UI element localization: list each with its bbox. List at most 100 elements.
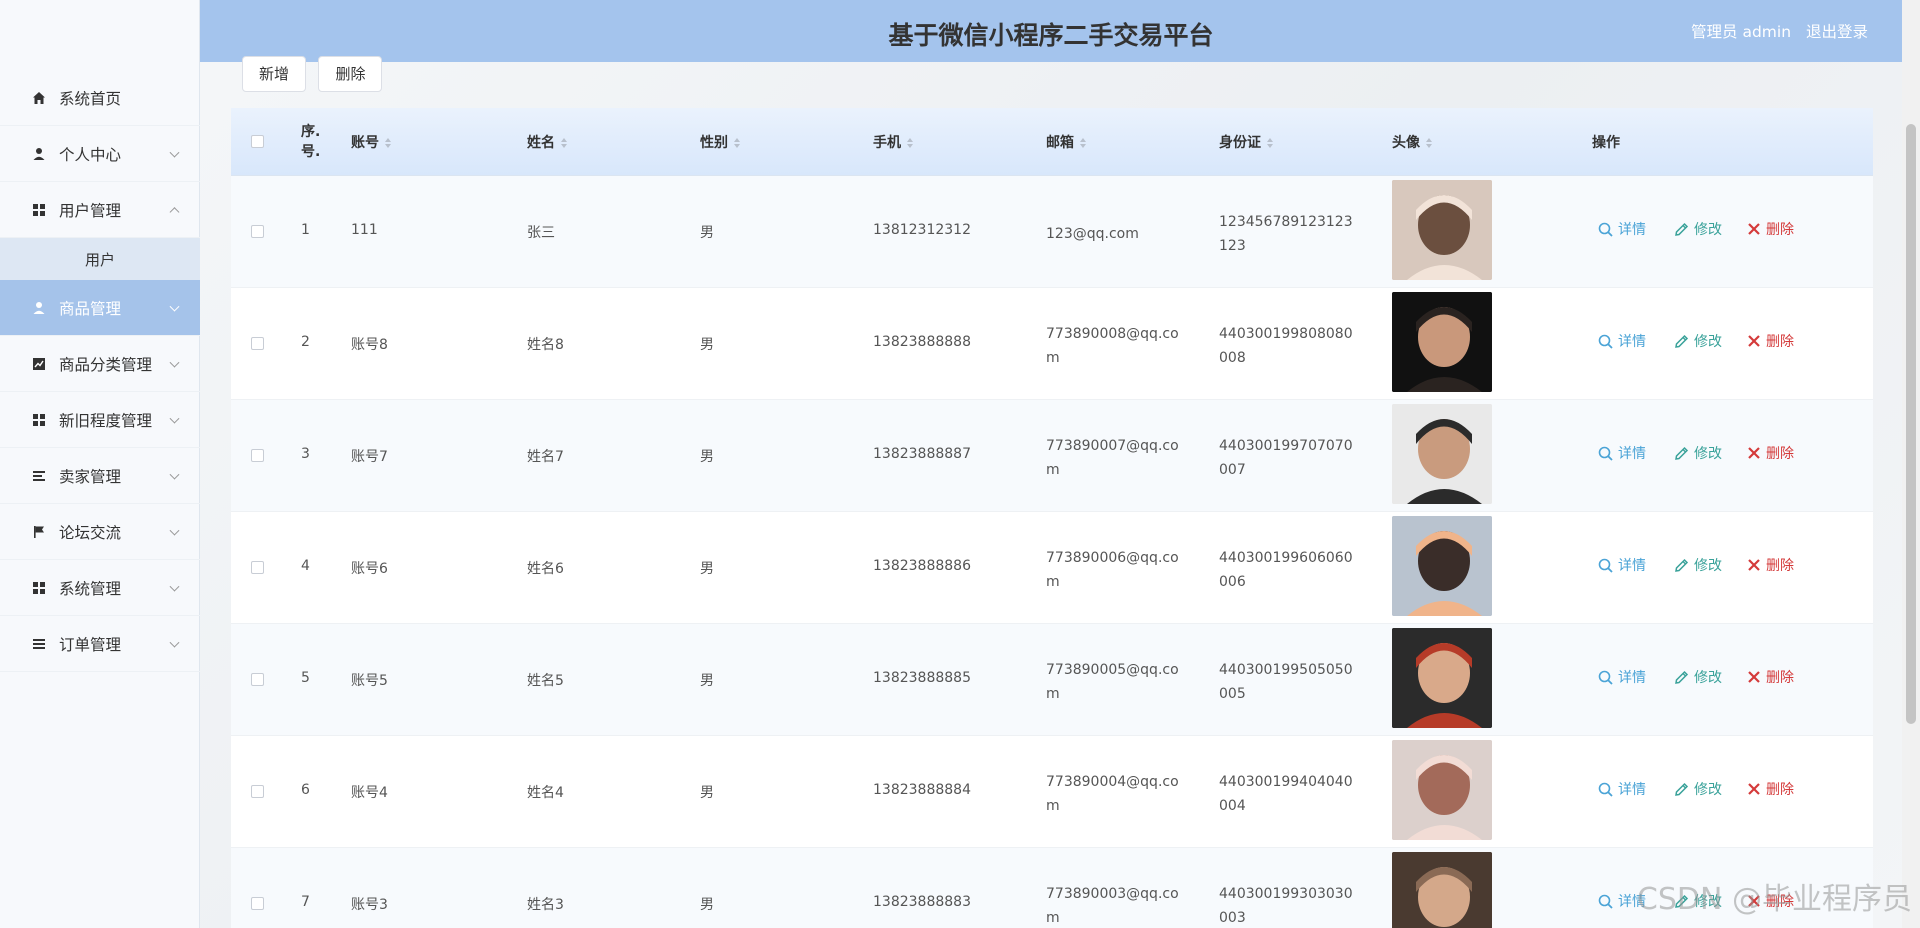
close-icon <box>1747 222 1766 236</box>
col-gender[interactable]: 性别 <box>700 132 740 152</box>
sort-icon <box>907 138 913 148</box>
sidebar-item-label: 个人中心 <box>59 145 122 164</box>
table-row: 4 账号6 姓名6 男 13823888886 773890006@qq.com 44030… <box>231 512 1873 624</box>
cell-gender: 男 <box>700 225 714 241</box>
logout-link[interactable]: 退出登录 <box>1806 23 1868 41</box>
edit-button[interactable]: 修改 <box>1674 667 1722 687</box>
cell-name: 姓名8 <box>527 337 564 353</box>
edit-button[interactable]: 修改 <box>1674 555 1722 575</box>
delete-row-button[interactable]: 删除 <box>1747 331 1794 351</box>
view-button[interactable]: 详情 <box>1598 443 1646 463</box>
sidebar-item-condition[interactable]: 新旧程度管理 <box>0 392 200 448</box>
page-scrollbar[interactable] <box>1902 0 1920 928</box>
search-icon <box>1598 558 1618 573</box>
cell-account: 账号3 <box>351 897 388 913</box>
edit-button[interactable]: 修改 <box>1674 219 1722 239</box>
edit-icon <box>1674 558 1694 573</box>
chevron-up-icon <box>169 206 180 217</box>
search-icon <box>1598 670 1618 685</box>
cell-account: 111 <box>351 222 378 238</box>
sidebar-item-label: 新旧程度管理 <box>59 411 153 430</box>
chevron-down-icon <box>169 301 180 312</box>
table-body: 1 111 张三男 13812312312 123@qq.com 123456789123… <box>231 176 1873 928</box>
delete-row-button[interactable]: 删除 <box>1747 667 1794 687</box>
table-row: 3 账号7 姓名7 男 13823888887 773890007@qq.com 44030… <box>231 400 1873 512</box>
edit-button[interactable]: 修改 <box>1674 331 1722 351</box>
col-idcard[interactable]: 身份证 <box>1219 132 1273 152</box>
list-icon <box>32 469 46 483</box>
table-row: 7 账号3 姓名3 男 13823888883 773890003@qq.com 44030… <box>231 848 1873 928</box>
sidebar-item-home[interactable]: 系统首页 <box>0 70 200 126</box>
view-button[interactable]: 详情 <box>1598 219 1646 239</box>
view-button[interactable]: 详情 <box>1598 331 1646 351</box>
sidebar-item-user-mgmt[interactable]: 用户管理 <box>0 182 200 238</box>
cell-name: 姓名7 <box>527 449 564 465</box>
view-button[interactable]: 详情 <box>1598 779 1646 799</box>
sidebar-item-orders[interactable]: 订单管理 <box>0 616 200 672</box>
avatar <box>1392 740 1492 840</box>
edit-button[interactable]: 修改 <box>1674 443 1722 463</box>
cell-idcard: 123456789123123123 <box>1219 214 1353 254</box>
row-checkbox[interactable] <box>251 785 264 798</box>
select-all-checkbox[interactable] <box>251 135 264 148</box>
search-icon <box>1598 222 1618 237</box>
row-checkbox[interactable] <box>251 561 264 574</box>
edit-icon <box>1674 222 1694 237</box>
delete-row-button[interactable]: 删除 <box>1747 219 1794 239</box>
cell-phone: 13823888883 <box>873 894 971 910</box>
edit-icon <box>1674 670 1694 685</box>
col-account[interactable]: 账号 <box>351 132 391 152</box>
sidebar-item-seller[interactable]: 卖家管理 <box>0 448 200 504</box>
col-name[interactable]: 姓名 <box>527 132 567 152</box>
delete-row-button[interactable]: 删除 <box>1747 555 1794 575</box>
delete-button[interactable]: 删除 <box>318 56 383 92</box>
avatar <box>1392 628 1492 728</box>
row-checkbox[interactable] <box>251 673 264 686</box>
cell-index: 7 <box>301 894 310 910</box>
cell-account: 账号8 <box>351 337 388 353</box>
add-button[interactable]: 新增 <box>242 56 307 92</box>
cell-email: 773890007@qq.com <box>1046 438 1179 478</box>
sidebar-subitem-label: 用户 <box>84 250 115 269</box>
sort-icon <box>734 138 740 148</box>
row-checkbox[interactable] <box>251 449 264 462</box>
close-icon <box>1747 782 1766 796</box>
sidebar-item-personal[interactable]: 个人中心 <box>0 126 200 182</box>
search-icon <box>1598 782 1618 797</box>
view-button[interactable]: 详情 <box>1598 555 1646 575</box>
sidebar-item-category[interactable]: 商品分类管理 <box>0 336 200 392</box>
col-email[interactable]: 邮箱 <box>1046 132 1086 152</box>
sidebar-item-forum[interactable]: 论坛交流 <box>0 504 200 560</box>
top-header: 基于微信小程序二手交易平台 管理员 admin 退出登录 <box>200 0 1902 62</box>
table-row: 1 111 张三男 13812312312 123@qq.com 123456789123… <box>231 176 1873 288</box>
search-icon <box>1598 894 1618 909</box>
sidebar-item-goods[interactable]: 商品管理 <box>0 280 200 336</box>
cell-idcard: 440300199606060006 <box>1219 550 1353 590</box>
scrollbar-thumb[interactable] <box>1906 124 1916 724</box>
col-phone[interactable]: 手机 <box>873 132 913 152</box>
col-actions: 操作 <box>1592 135 1620 151</box>
close-icon <box>1747 670 1766 684</box>
sidebar: 系统首页 个人中心 用户管理 用户 商品管理 商品分类管理 新旧程度管理 卖家管… <box>0 0 200 928</box>
close-icon <box>1747 334 1766 348</box>
cell-index: 4 <box>301 558 310 574</box>
cell-phone: 13812312312 <box>873 222 971 238</box>
sidebar-item-system[interactable]: 系统管理 <box>0 560 200 616</box>
sidebar-subitem-user[interactable]: 用户 <box>0 238 200 280</box>
col-avatar[interactable]: 头像 <box>1392 132 1432 152</box>
delete-row-button[interactable]: 删除 <box>1747 443 1794 463</box>
delete-row-button[interactable]: 删除 <box>1747 779 1794 799</box>
avatar <box>1392 180 1492 280</box>
row-checkbox[interactable] <box>251 337 264 350</box>
edit-button[interactable]: 修改 <box>1674 779 1722 799</box>
edit-icon <box>1674 334 1694 349</box>
view-button[interactable]: 详情 <box>1598 667 1646 687</box>
search-icon <box>1598 334 1618 349</box>
row-checkbox[interactable] <box>251 225 264 238</box>
cell-email: 773890004@qq.com <box>1046 774 1179 814</box>
sidebar-item-label: 商品分类管理 <box>59 355 153 374</box>
row-checkbox[interactable] <box>251 897 264 910</box>
chevron-down-icon <box>169 469 180 480</box>
user-area: 管理员 admin 退出登录 <box>1681 20 1868 42</box>
sort-icon <box>385 138 391 148</box>
